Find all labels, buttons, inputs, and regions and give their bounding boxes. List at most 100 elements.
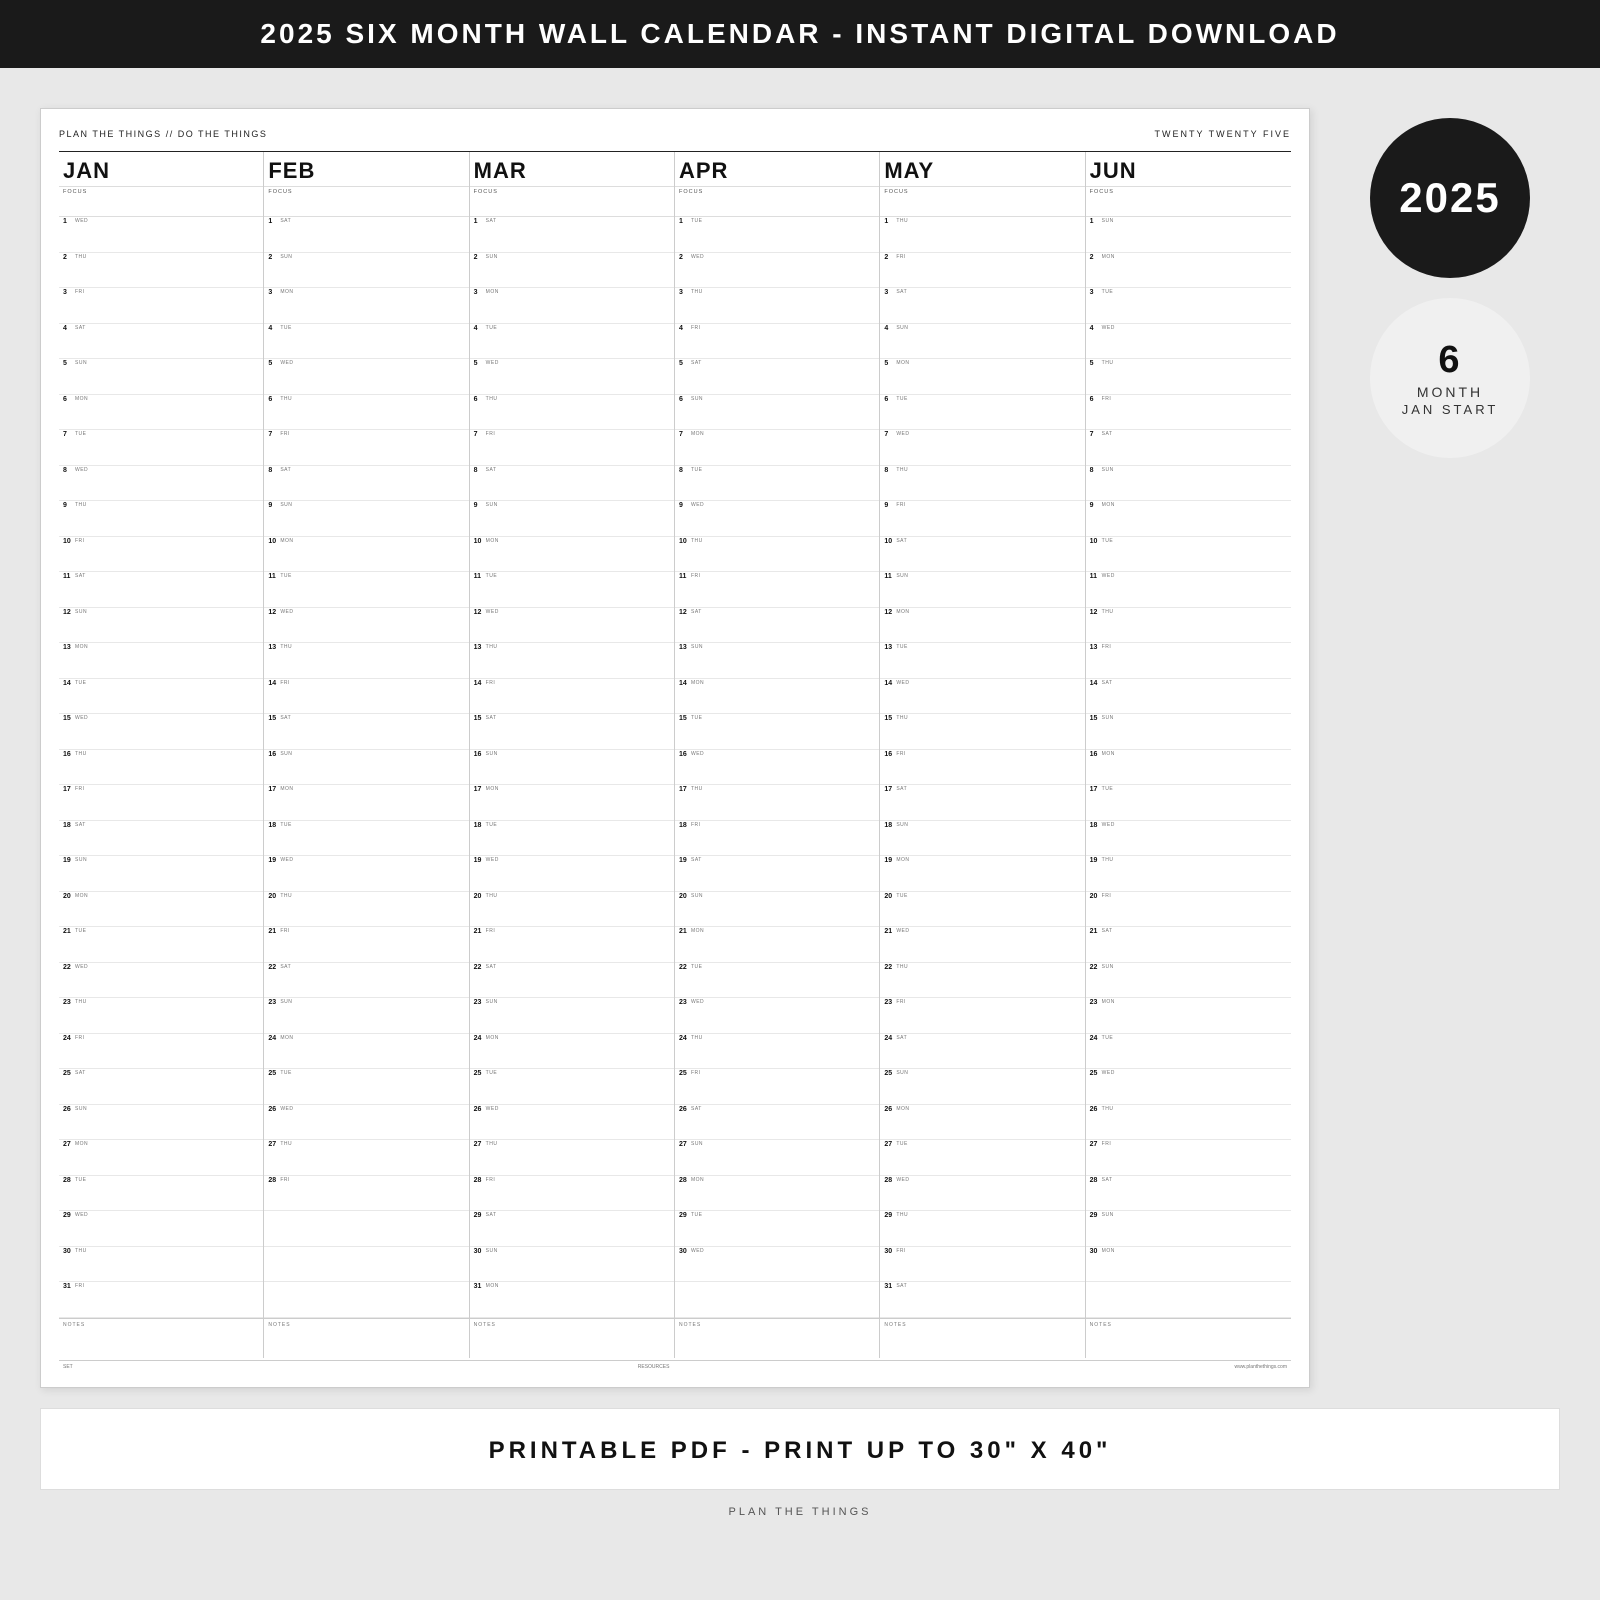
day-row: 5SUN [59,359,263,395]
day-row: 4FRI [675,324,879,360]
day-row: 8SAT [470,466,674,502]
month-col-may: MAYFOCUS1THU2FRI3SAT4SUN5MON6TUE7WED8THU… [880,152,1085,1358]
month-col-jan: JANFOCUS1WED2THU3FRI4SAT5SUN6MON7TUE8WED… [59,152,264,1358]
day-row: 27SUN [675,1140,879,1176]
bottom-banner-text: PRINTABLE PDF - PRINT UP TO 30" x 40" [489,1437,1112,1464]
day-row: 28TUE [59,1176,263,1212]
day-row: 29WED [59,1211,263,1247]
day-row: 14SAT [1086,679,1291,715]
year-badge: 2025 [1370,118,1530,278]
day-row: 16FRI [880,750,1084,786]
day-row: 20SUN [675,892,879,928]
day-row [264,1282,468,1318]
day-row [264,1247,468,1283]
days-container: 1SAT2SUN3MON4TUE5WED6THU7FRI8SAT9SUN10MO… [264,217,468,1318]
calendar-months: JANFOCUS1WED2THU3FRI4SAT5SUN6MON7TUE8WED… [59,151,1291,1358]
day-row: 6THU [264,395,468,431]
day-row: 23SUN [264,998,468,1034]
day-row: 24MON [470,1034,674,1070]
day-row: 16MON [1086,750,1291,786]
month-col-apr: APRFOCUS1TUE2WED3THU4FRI5SAT6SUN7MON8TUE… [675,152,880,1358]
day-row: 19MON [880,856,1084,892]
day-row: 11TUE [470,572,674,608]
day-row: 2MON [1086,253,1291,289]
day-row: 28SAT [1086,1176,1291,1212]
month-name-may: MAY [880,152,1084,187]
day-row: 17FRI [59,785,263,821]
day-row: 6MON [59,395,263,431]
day-row: 9SUN [264,501,468,537]
day-row: 14FRI [264,679,468,715]
day-row: 27FRI [1086,1140,1291,1176]
day-row: 28FRI [264,1176,468,1212]
day-row: 14TUE [59,679,263,715]
day-row: 21FRI [470,927,674,963]
day-row: 17SAT [880,785,1084,821]
day-row [1086,1282,1291,1318]
day-row: 25WED [1086,1069,1291,1105]
day-row: 29THU [880,1211,1084,1247]
day-row: 21FRI [264,927,468,963]
day-row: 30THU [59,1247,263,1283]
day-row: 9WED [675,501,879,537]
day-row: 10TUE [1086,537,1291,573]
start-label: JAN START [1402,402,1499,417]
days-container: 1TUE2WED3THU4FRI5SAT6SUN7MON8TUE9WED10TH… [675,217,879,1318]
day-row: 27MON [59,1140,263,1176]
day-row: 3FRI [59,288,263,324]
day-row: 27THU [470,1140,674,1176]
day-row: 15SUN [1086,714,1291,750]
day-row: 24THU [675,1034,879,1070]
cal-header-right: TWENTY TWENTY FIVE [1154,129,1291,139]
day-row: 12SAT [675,608,879,644]
day-row: 13TUE [880,643,1084,679]
day-row: 11SAT [59,572,263,608]
day-row: 3THU [675,288,879,324]
month-name-jan: JAN [59,152,263,187]
year-label: 2025 [1399,174,1500,222]
day-row: 17MON [470,785,674,821]
days-container: 1THU2FRI3SAT4SUN5MON6TUE7WED8THU9FRI10SA… [880,217,1084,1318]
day-row: 25SUN [880,1069,1084,1105]
day-row: 28MON [675,1176,879,1212]
day-row: 4SAT [59,324,263,360]
day-row: 22SAT [470,963,674,999]
day-row: 19WED [264,856,468,892]
day-row: 17TUE [1086,785,1291,821]
focus-label: FOCUS [675,187,879,217]
days-container: 1SUN2MON3TUE4WED5THU6FRI7SAT8SUN9MON10TU… [1086,217,1291,1318]
day-row: 15THU [880,714,1084,750]
months-num: 6 [1438,339,1461,382]
day-row: 15WED [59,714,263,750]
day-row: 7TUE [59,430,263,466]
days-container: 1WED2THU3FRI4SAT5SUN6MON7TUE8WED9THU10FR… [59,217,263,1318]
focus-label: FOCUS [59,187,263,217]
day-row: 4TUE [264,324,468,360]
day-row: 26SUN [59,1105,263,1141]
day-row: 17MON [264,785,468,821]
day-row: 19SUN [59,856,263,892]
day-row: 3MON [264,288,468,324]
calendar-header: PLAN THE THINGS // DO THE THINGS TWENTY … [59,129,1291,143]
day-row: 15SAT [264,714,468,750]
day-row: 28FRI [470,1176,674,1212]
day-row: 18TUE [264,821,468,857]
day-row: 30SUN [470,1247,674,1283]
day-row: 2THU [59,253,263,289]
notes-section: NOTES [59,1318,263,1358]
day-row [675,1282,879,1318]
day-row: 8THU [880,466,1084,502]
day-row: 14MON [675,679,879,715]
day-row: 16THU [59,750,263,786]
resources-label: RESOURCES [638,1364,670,1370]
day-row: 11FRI [675,572,879,608]
day-row: 10THU [675,537,879,573]
day-row: 29SUN [1086,1211,1291,1247]
day-row: 12MON [880,608,1084,644]
day-row: 1WED [59,217,263,253]
day-row: 24MON [264,1034,468,1070]
notes-section: NOTES [264,1318,468,1358]
day-row: 25TUE [470,1069,674,1105]
day-row: 5WED [470,359,674,395]
day-row: 8SAT [264,466,468,502]
